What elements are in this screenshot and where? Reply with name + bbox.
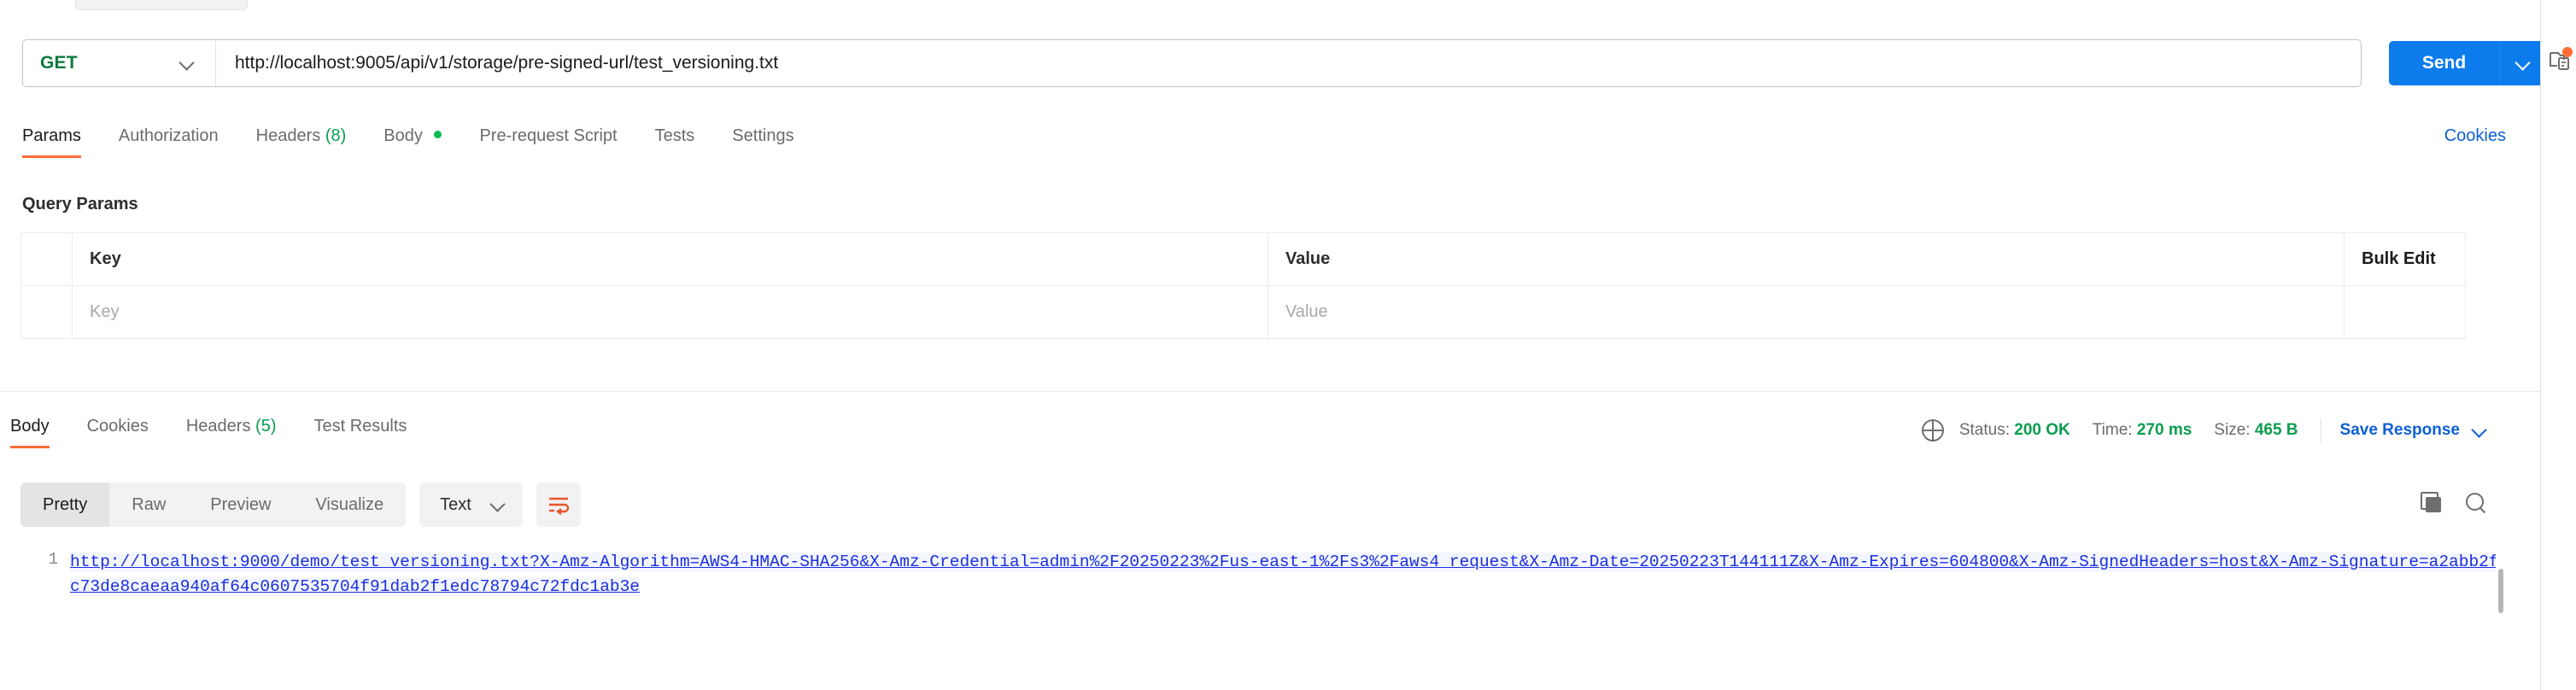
tab-body[interactable]: Body — [365, 126, 460, 158]
chevron-down-icon — [2472, 423, 2487, 438]
response-view-toolbar: Pretty Raw Preview Visualize Text — [20, 481, 581, 529]
chevron-down-icon — [490, 497, 506, 512]
response-meta: Status: 200 OK Time: 270 ms Size: 465 B … — [1922, 418, 2487, 442]
globe-icon — [1922, 419, 1944, 441]
tab-label: Headers — [186, 417, 251, 436]
line-number: 1 — [0, 540, 70, 690]
request-tabs: Params Authorization Headers (8) Body Pr… — [22, 126, 2506, 164]
wrap-lines-icon — [547, 494, 571, 515]
presigned-url-link[interactable]: http://localhost:9000/demo/test_versioni… — [70, 553, 2499, 596]
tab-label: Headers — [256, 126, 321, 145]
size-badge: Size: 465 B — [2214, 421, 2298, 440]
send-button-group: Send — [2389, 41, 2546, 85]
status-label: Status: — [1959, 421, 2010, 439]
tab-label: Settings — [732, 126, 793, 145]
param-value-input[interactable]: Value — [1268, 286, 2345, 339]
url-bar: GET — [22, 39, 2362, 87]
copy-icon[interactable] — [2421, 492, 2443, 514]
code-scrollbar-thumb[interactable] — [2498, 569, 2503, 613]
request-tab-list: Params Authorization Headers (8) Body Pr… — [22, 126, 2506, 158]
body-modified-dot-icon — [434, 131, 442, 138]
tab-authorization[interactable]: Authorization — [100, 126, 237, 158]
status-badge: Status: 200 OK — [1959, 421, 2070, 440]
headers-count: (8) — [325, 126, 346, 145]
row-actions-cell — [2345, 286, 2466, 339]
chevron-down-icon — [2515, 56, 2531, 71]
cookies-link[interactable]: Cookies — [2444, 126, 2506, 146]
request-tab-partial[interactable] — [75, 0, 248, 10]
url-input[interactable] — [216, 40, 2361, 86]
tab-headers[interactable]: Headers (8) — [237, 126, 366, 158]
tab-pre-request-script[interactable]: Pre-request Script — [460, 126, 635, 158]
table-row: Key Value — [21, 286, 2466, 339]
save-response-label: Save Response — [2340, 421, 2460, 440]
bulk-edit-button[interactable]: Bulk Edit — [2345, 233, 2466, 286]
response-tab-headers[interactable]: Headers (5) — [167, 417, 296, 448]
select-all-cell — [21, 233, 73, 286]
table-header-row: Key Value Bulk Edit — [21, 233, 2466, 286]
time-badge: Time: 270 ms — [2093, 421, 2193, 440]
query-params-title: Query Params — [22, 195, 138, 214]
method-selector[interactable]: GET — [23, 40, 216, 86]
response-tabs: Body Cookies Headers (5) Test Results — [10, 417, 425, 454]
response-body-text[interactable]: http://localhost:9000/demo/test_versioni… — [70, 540, 2541, 690]
send-button[interactable]: Send — [2389, 41, 2500, 85]
save-response-button[interactable]: Save Response — [2340, 421, 2487, 440]
wrap-lines-button[interactable] — [536, 482, 581, 527]
view-mode-preview[interactable]: Preview — [188, 482, 293, 527]
request-workspace: GET Send Params Authorization Headers (8… — [0, 0, 2541, 690]
body-action-icons — [2421, 492, 2487, 514]
param-key-placeholder: Key — [90, 302, 119, 321]
response-headers-count: (5) — [255, 417, 276, 436]
tab-label: Test Results — [313, 417, 407, 436]
column-header-key: Key — [73, 233, 1268, 286]
method-label: GET — [40, 53, 78, 73]
view-mode-visualize[interactable]: Visualize — [293, 482, 406, 527]
search-icon[interactable] — [2465, 492, 2487, 514]
status-value: 200 OK — [2014, 421, 2070, 439]
response-divider — [0, 391, 2541, 392]
tab-label: Body — [10, 417, 50, 436]
param-key-input[interactable]: Key — [73, 286, 1268, 339]
tab-params[interactable]: Params — [22, 126, 100, 158]
tab-label: Tests — [655, 126, 695, 145]
tab-label: Params — [22, 126, 81, 145]
tab-label: Authorization — [119, 126, 219, 145]
response-body-code: 1 http://localhost:9000/demo/test_versio… — [0, 540, 2541, 690]
row-checkbox-cell[interactable] — [21, 286, 73, 339]
view-mode-pretty[interactable]: Pretty — [20, 482, 109, 527]
notification-badge — [2562, 47, 2573, 57]
code-scrollbar-track[interactable] — [2496, 540, 2506, 690]
chevron-down-icon — [179, 56, 195, 71]
view-mode-group: Pretty Raw Preview Visualize — [20, 482, 406, 527]
column-header-value: Value — [1268, 233, 2345, 286]
view-mode-raw[interactable]: Raw — [109, 482, 188, 527]
right-sidebar — [2540, 0, 2576, 690]
param-value-placeholder: Value — [1285, 302, 1328, 321]
language-selector[interactable]: Text — [419, 482, 523, 527]
response-tab-body[interactable]: Body — [10, 417, 68, 448]
tab-tests[interactable]: Tests — [636, 126, 714, 158]
tab-strip — [0, 0, 2541, 9]
query-params-table: Key Value Bulk Edit Key Value — [20, 232, 2466, 339]
time-label: Time: — [2093, 421, 2133, 439]
response-tab-test-results[interactable]: Test Results — [295, 417, 425, 448]
language-label: Text — [440, 495, 471, 515]
response-tab-cookies[interactable]: Cookies — [68, 417, 167, 448]
tab-label: Pre-request Script — [479, 126, 617, 145]
size-label: Size: — [2214, 421, 2250, 439]
time-value: 270 ms — [2137, 421, 2192, 439]
send-options-button[interactable] — [2500, 41, 2546, 85]
size-value: 465 B — [2255, 421, 2298, 439]
tab-label: Cookies — [87, 417, 149, 436]
tab-settings[interactable]: Settings — [713, 126, 812, 158]
url-bar-row: GET Send — [22, 39, 2541, 89]
documentation-icon[interactable] — [2548, 48, 2573, 73]
tab-label: Body — [383, 126, 423, 145]
